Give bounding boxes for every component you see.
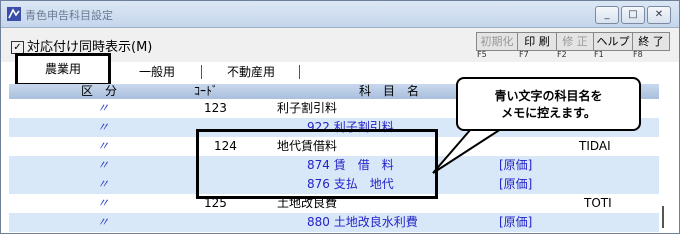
callout-line-2: メモに控えます。 <box>501 106 596 120</box>
annotation-callout: 青い文字の科目名を メモに控えます。 <box>456 77 641 131</box>
app-window: 青色申告科目設定 _ □ ✕ ✓ 対応付け同時表示(M) 初期化 印 刷 修 正 … <box>0 0 680 234</box>
callout-line-1: 青い文字の科目名を <box>494 89 603 103</box>
scrollbar[interactable] <box>662 206 664 228</box>
